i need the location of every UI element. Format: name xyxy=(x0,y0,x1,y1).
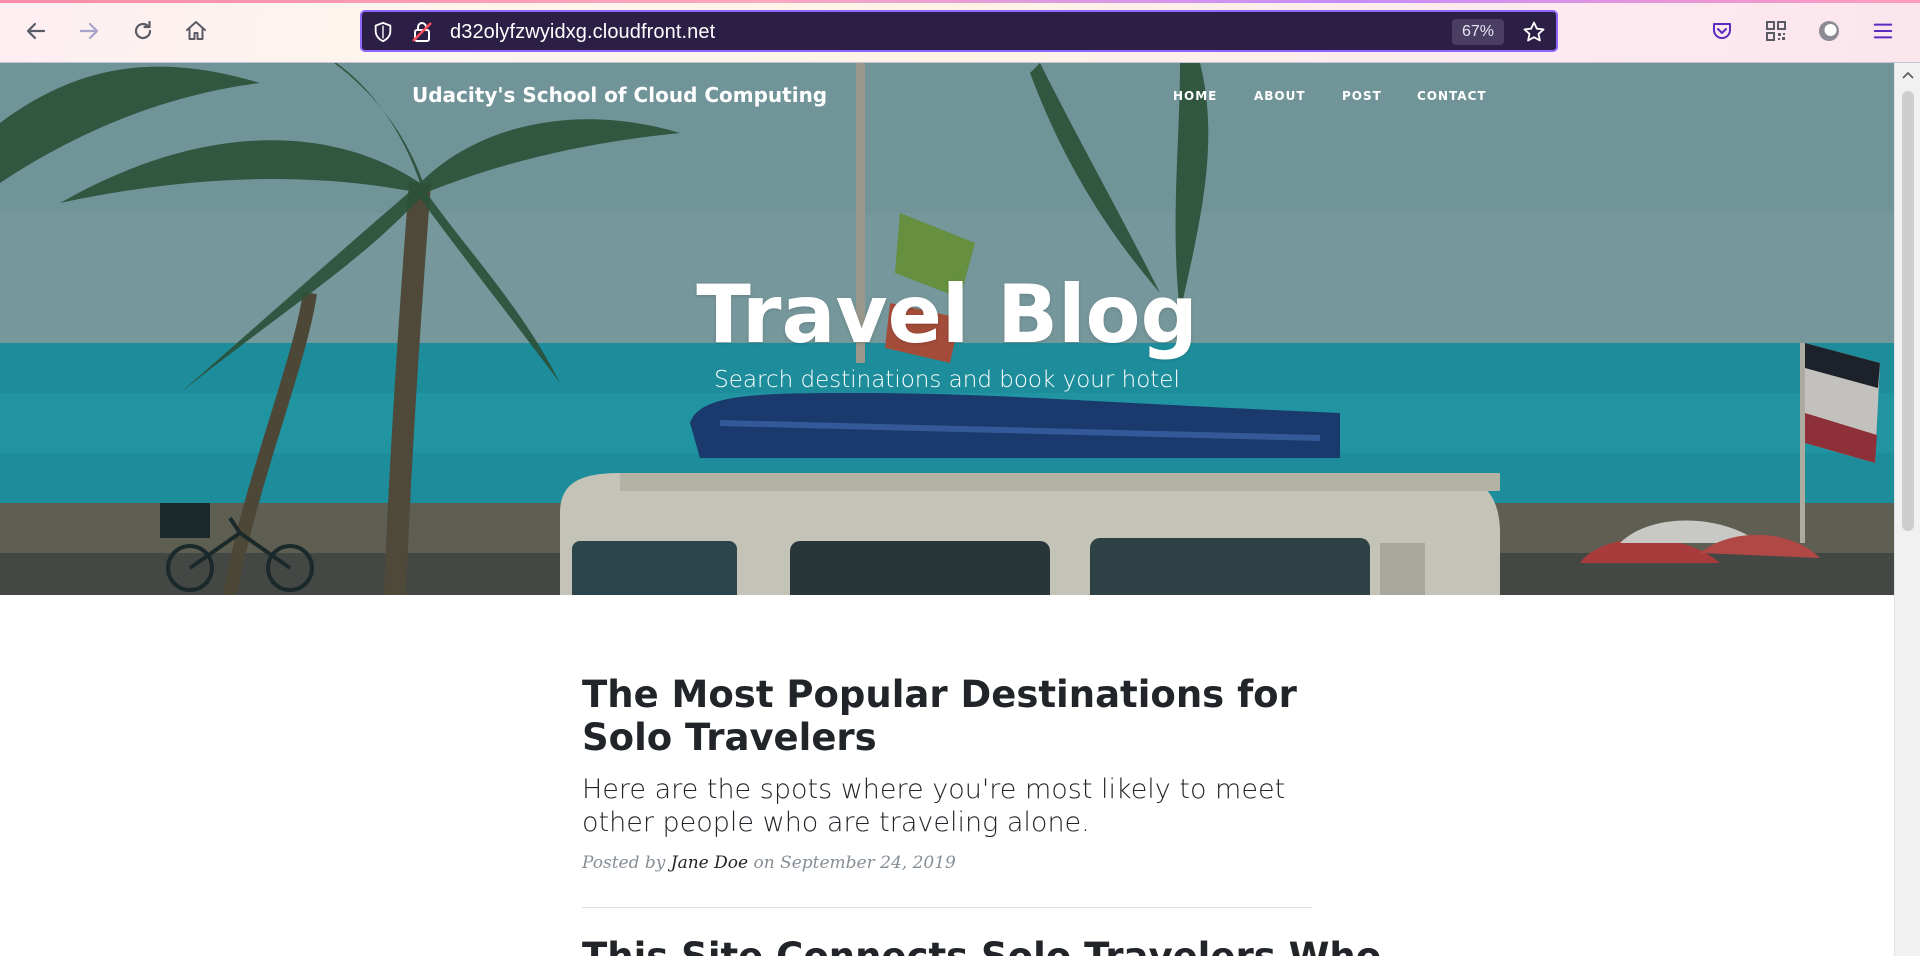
app-menu-button[interactable] xyxy=(1867,15,1899,47)
star-icon[interactable] xyxy=(1522,20,1546,44)
url-bar[interactable]: d32olyfzwyidxg.cloudfront.net 67% xyxy=(360,10,1558,52)
scrollbar-thumb[interactable] xyxy=(1902,91,1914,531)
browser-toolbar: d32olyfzwyidxg.cloudfront.net 67% xyxy=(0,0,1920,63)
nav-post[interactable]: POST xyxy=(1342,89,1382,103)
page-viewport: Udacity's School of Cloud Computing HOME… xyxy=(0,63,1894,956)
post-date: September 24, 2019 xyxy=(780,853,956,873)
zoom-level-badge[interactable]: 67% xyxy=(1451,19,1504,45)
back-button[interactable] xyxy=(18,13,54,49)
reload-icon xyxy=(134,20,152,40)
forward-button[interactable] xyxy=(71,13,107,49)
hero-title: Travel Blog xyxy=(696,268,1198,361)
home-icon xyxy=(186,21,206,40)
hamburger-menu-icon xyxy=(1873,23,1893,39)
hero-header: Udacity's School of Cloud Computing HOME… xyxy=(0,63,1894,595)
post-meta: Posted by Jane Doe on September 24, 2019 xyxy=(582,853,956,873)
insecure-lock-icon[interactable] xyxy=(410,20,434,44)
url-text[interactable]: d32olyfzwyidxg.cloudfront.net xyxy=(450,21,715,44)
post-author-link[interactable]: Jane Doe xyxy=(671,853,748,873)
shield-icon[interactable] xyxy=(372,21,394,43)
site-brand-link[interactable]: Udacity's School of Cloud Computing xyxy=(412,83,827,107)
qr-code-button[interactable] xyxy=(1760,15,1792,47)
qr-code-icon xyxy=(1766,21,1786,41)
hero-subtitle: Search destinations and book your hotel xyxy=(714,367,1180,393)
post-meta-on: on xyxy=(753,853,775,873)
pocket-icon xyxy=(1713,23,1731,39)
post-meta-prefix: Posted by xyxy=(582,853,666,873)
back-arrow-icon xyxy=(26,22,46,40)
pocket-button[interactable] xyxy=(1706,15,1738,47)
forward-arrow-icon xyxy=(79,22,99,40)
post-title-link-2[interactable]: This Site Connects Solo Travelers Who xyxy=(582,935,1381,956)
post-divider xyxy=(582,907,1312,908)
scroll-up-arrow-icon[interactable] xyxy=(1901,69,1915,81)
home-button[interactable] xyxy=(178,13,214,49)
post-subtitle[interactable]: Here are the spots where you're most lik… xyxy=(582,773,1342,839)
post-title-link[interactable]: The Most Popular Destinations for Solo T… xyxy=(582,673,1342,759)
nav-home[interactable]: HOME xyxy=(1173,89,1217,103)
page-scrollbar[interactable] xyxy=(1894,63,1920,956)
reload-button[interactable] xyxy=(125,13,161,49)
nav-contact[interactable]: CONTACT xyxy=(1417,89,1487,103)
nav-about[interactable]: ABOUT xyxy=(1254,89,1306,103)
profile-icon xyxy=(1819,21,1839,41)
profile-button[interactable] xyxy=(1813,15,1845,47)
